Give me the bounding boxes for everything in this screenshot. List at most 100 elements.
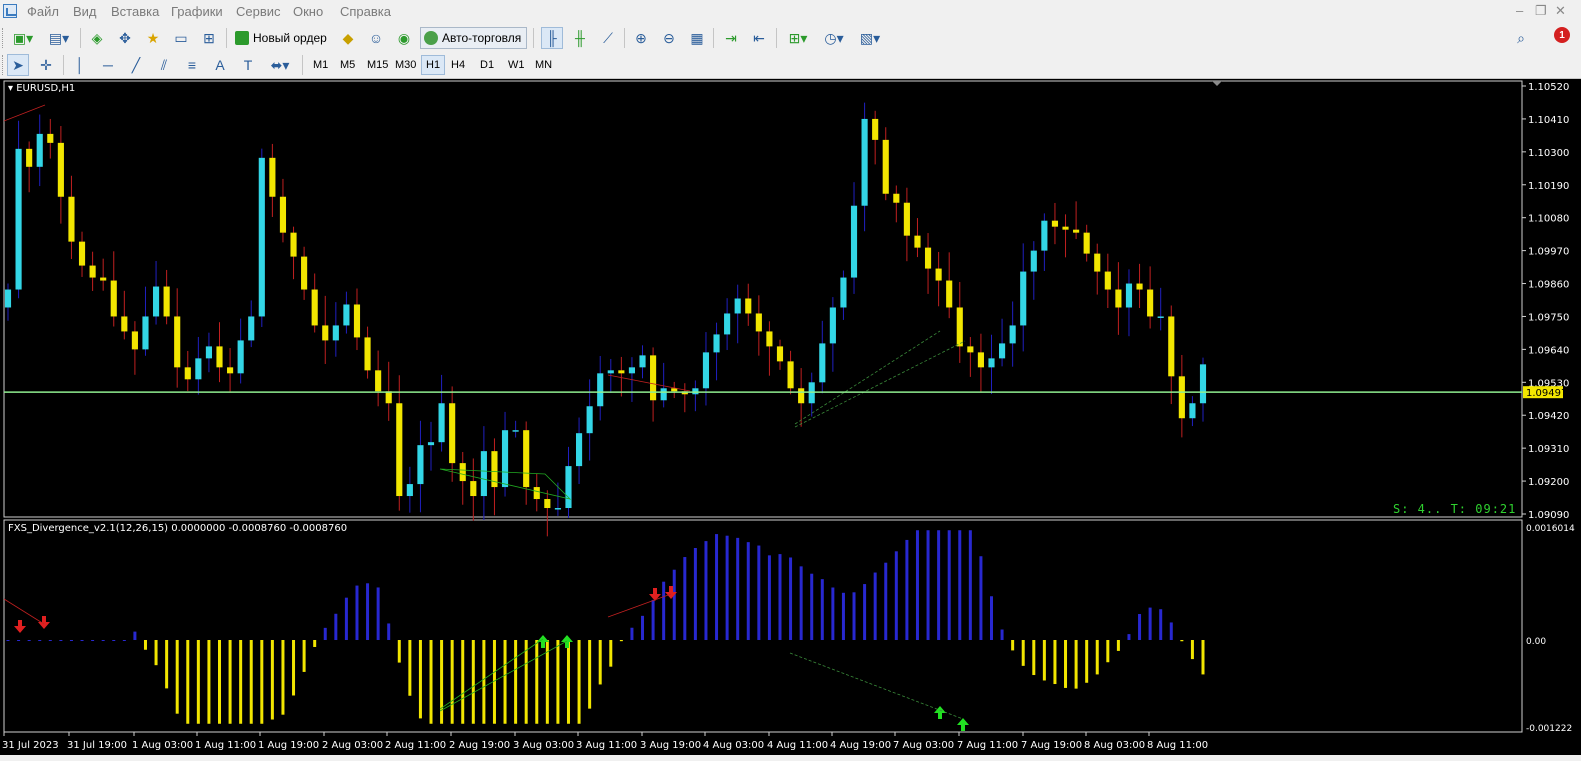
histogram-bar xyxy=(165,640,169,689)
timeframe-h4[interactable]: H4 xyxy=(447,55,469,75)
histogram-bar xyxy=(820,579,824,640)
chart-window[interactable]: 1.10520 1.10410 1.10300 1.10190 1.10080 1.099… xyxy=(0,79,1581,755)
histogram-bar xyxy=(143,640,147,650)
histogram-bar xyxy=(1106,640,1110,663)
timeframe-m30[interactable]: M30 xyxy=(391,55,420,75)
histogram-bar xyxy=(1138,614,1142,640)
toolbar-grip[interactable] xyxy=(2,28,6,48)
histogram-bar xyxy=(937,530,941,640)
timeframe-m15[interactable]: M15 xyxy=(363,55,392,75)
cursor-icon[interactable]: ➤ xyxy=(7,54,29,76)
new-chart-icon[interactable]: ▣▾ xyxy=(8,27,38,49)
menu-charts[interactable]: Графики xyxy=(171,4,223,19)
autotrading-button[interactable]: Авто-торговля xyxy=(420,27,528,49)
candle-body xyxy=(1062,226,1069,230)
strategy-tester-icon[interactable]: ⊞ xyxy=(198,27,220,49)
indicators-icon[interactable]: ⊞▾ xyxy=(783,27,813,49)
autoscroll-icon[interactable]: ⇤ xyxy=(748,27,770,49)
equidistant-channel-icon[interactable]: ⫽ xyxy=(153,54,175,76)
menu-window[interactable]: Окно xyxy=(293,4,323,19)
text-label-icon[interactable]: T xyxy=(237,54,259,76)
timeframe-d1[interactable]: D1 xyxy=(476,55,498,75)
line-chart-icon[interactable]: ⟋ xyxy=(597,27,619,49)
metaeditor-icon[interactable]: ◆ xyxy=(337,27,359,49)
histogram-bar xyxy=(471,640,475,724)
navigator-icon[interactable]: ✥ xyxy=(114,27,136,49)
price-axis-label: 1.09970 xyxy=(1528,247,1569,258)
histogram-bar xyxy=(704,541,708,640)
timeframe-m5[interactable]: M5 xyxy=(336,55,359,75)
price-pane-frame xyxy=(3,80,1523,518)
histogram-bar xyxy=(218,640,222,724)
trendline-icon[interactable]: ╱ xyxy=(125,54,147,76)
crosshair-icon[interactable]: ✛ xyxy=(35,54,57,76)
candle-body xyxy=(184,367,191,380)
menu-view[interactable]: Вид xyxy=(73,4,97,19)
fibonacci-icon[interactable]: ≡ xyxy=(181,54,203,76)
new-order-button[interactable]: Новый ордер xyxy=(232,27,332,49)
close-icon[interactable]: ✕ xyxy=(1555,3,1566,19)
candle-body xyxy=(1115,289,1122,308)
timeframe-m1[interactable]: M1 xyxy=(309,55,332,75)
indicator-pane-frame xyxy=(3,519,1523,733)
zoom-in-icon[interactable]: ⊕ xyxy=(630,27,652,49)
sell-arrow-icon xyxy=(38,616,50,629)
restore-icon[interactable]: ❐ xyxy=(1535,3,1547,19)
timeframe-mn[interactable]: MN xyxy=(531,55,556,75)
data-window-icon[interactable]: ★ xyxy=(142,27,164,49)
menu-help[interactable]: Справка xyxy=(340,4,391,19)
market-watch-icon[interactable]: ◈ xyxy=(86,27,108,49)
shapes-icon[interactable]: ⬌▾ xyxy=(265,54,295,76)
signals-icon[interactable]: ☺ xyxy=(365,27,387,49)
histogram-bar xyxy=(154,640,158,666)
alerts-badge[interactable]: 1 xyxy=(1554,27,1570,43)
sell-arrow-icon xyxy=(14,620,26,633)
tile-windows-icon[interactable]: ▦ xyxy=(686,27,708,49)
minimize-icon[interactable]: – xyxy=(1516,3,1523,18)
candlestick-chart-icon[interactable]: ╫ xyxy=(569,27,591,49)
menu-file[interactable]: Файл xyxy=(27,4,59,19)
bar-chart-icon[interactable]: ╟ xyxy=(541,27,563,49)
candle-body xyxy=(766,331,773,347)
terminal-icon[interactable]: ▭ xyxy=(170,27,192,49)
menu-bar: Файл Вид Вставка Графики Сервис Окно Спр… xyxy=(0,0,1581,24)
timeframe-h1[interactable]: H1 xyxy=(421,55,446,75)
price-axis-label: 1.09750 xyxy=(1528,312,1569,323)
candle-body xyxy=(544,499,551,509)
price-axis-label: 1.09420 xyxy=(1528,411,1569,422)
chart-shift-icon[interactable]: ⇥ xyxy=(720,27,742,49)
zoom-out-icon[interactable]: ⊖ xyxy=(658,27,680,49)
menu-insert[interactable]: Вставка xyxy=(111,4,159,19)
text-icon[interactable]: A xyxy=(209,54,231,76)
vertical-line-icon[interactable]: │ xyxy=(69,54,91,76)
histogram-bar xyxy=(429,640,433,724)
histogram-bar xyxy=(1190,640,1194,660)
candle-body xyxy=(1020,271,1027,326)
chart-symbol-title: ▾ EURUSD,H1 xyxy=(8,83,76,94)
candle-body xyxy=(745,298,752,314)
histogram-bar xyxy=(736,537,740,640)
histogram-bar xyxy=(1095,640,1099,675)
timeframe-w1[interactable]: W1 xyxy=(504,55,529,75)
candle-body xyxy=(523,430,530,488)
price-axis-label: 1.10520 xyxy=(1528,82,1569,93)
periods-clock-icon[interactable]: ◷▾ xyxy=(819,27,849,49)
histogram-bar xyxy=(799,566,803,640)
candle-body xyxy=(216,346,223,368)
vps-icon[interactable]: ◉ xyxy=(393,27,415,49)
menu-tools[interactable]: Сервис xyxy=(236,4,281,19)
candle-body xyxy=(322,325,329,341)
price-axis-label: 1.09200 xyxy=(1528,477,1569,488)
templates-icon[interactable]: ▧▾ xyxy=(855,27,885,49)
time-axis-label: 2 Aug 11:00 xyxy=(385,740,446,751)
toolbar-grip[interactable] xyxy=(2,55,6,75)
candle-body xyxy=(57,142,64,197)
drawing-toolbar: ➤ ✛ │ ─ ╱ ⫽ ≡ A T ⬌▾ M1 M5 M15 M30 H1 H4 D1 W1 M… xyxy=(0,52,1581,79)
time-axis-label: 4 Aug 03:00 xyxy=(703,740,764,751)
profiles-icon[interactable]: ▤▾ xyxy=(44,27,74,49)
horizontal-line-icon[interactable]: ─ xyxy=(97,54,119,76)
candle-body xyxy=(639,355,646,368)
chart-canvas[interactable]: 1.10520 1.10410 1.10300 1.10190 1.10080 1.099… xyxy=(0,79,1581,755)
histogram-bar xyxy=(894,551,898,640)
search-icon[interactable]: ⌕ xyxy=(1510,27,1532,49)
